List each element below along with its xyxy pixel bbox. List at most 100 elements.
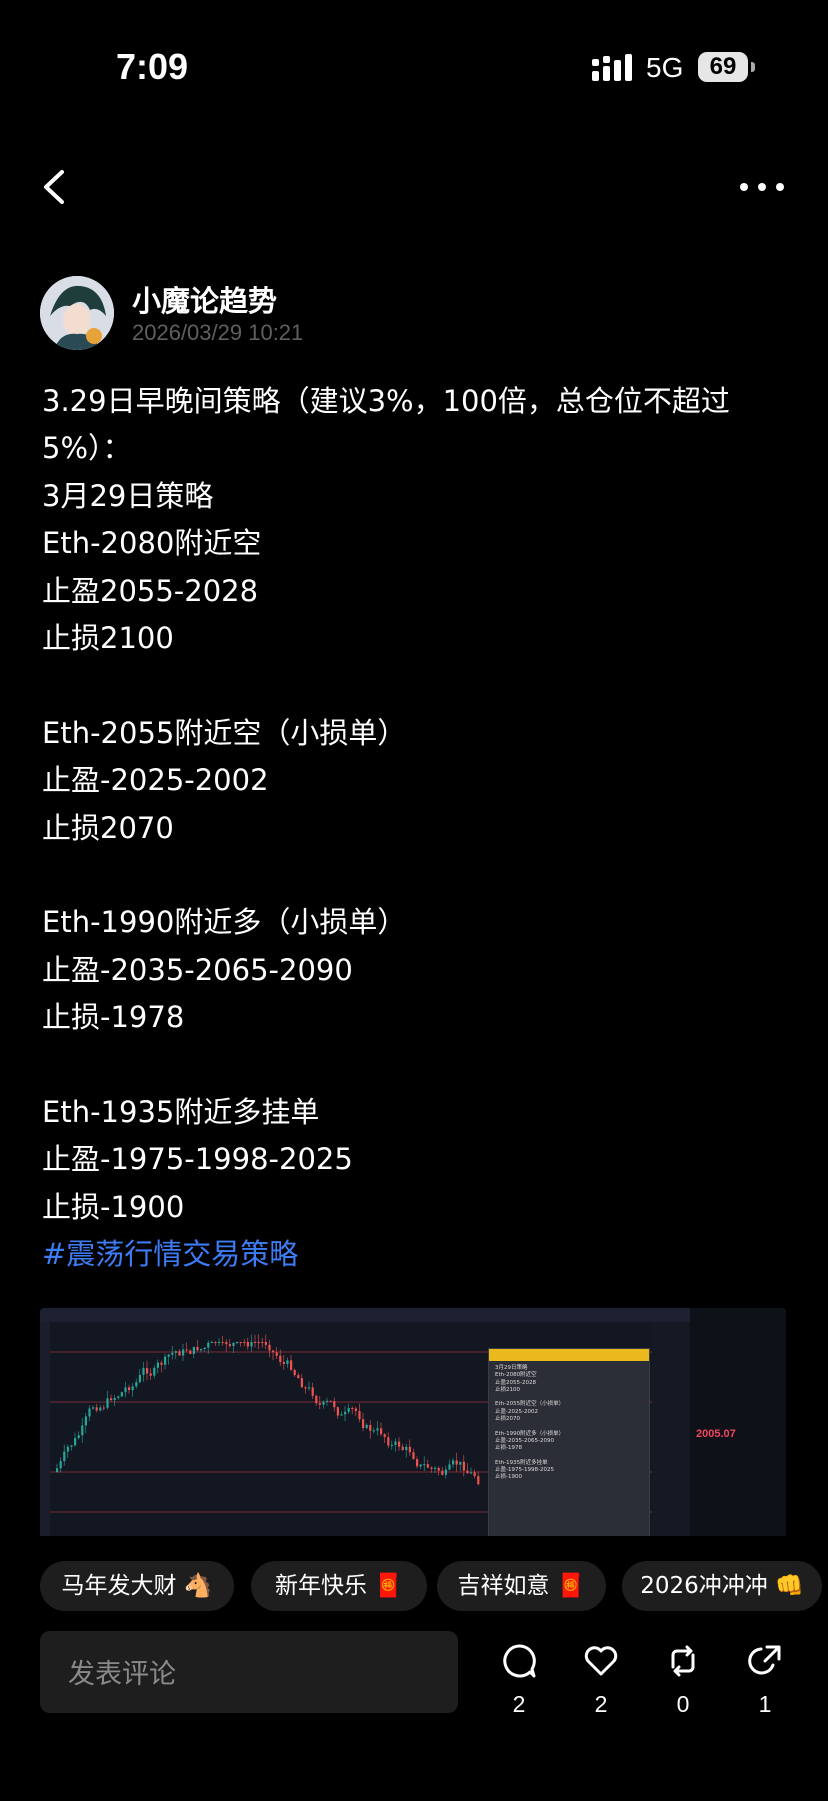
candle-body xyxy=(365,1425,368,1429)
candle-body xyxy=(416,1459,419,1467)
candle-body xyxy=(362,1419,365,1429)
candle-body xyxy=(437,1467,440,1471)
candle-body xyxy=(354,1408,357,1412)
author-header: 小魔论趋势 2026/03/29 10:21 xyxy=(40,276,780,356)
candle-body xyxy=(347,1407,350,1412)
chip-ma-nian[interactable]: 马年发大财 🐴 xyxy=(40,1561,234,1611)
candle-body xyxy=(293,1369,296,1376)
battery-tip xyxy=(751,62,755,72)
chip-2026[interactable]: 2026冲冲冲 👊 xyxy=(622,1561,822,1611)
chip-xin-nian[interactable]: 新年快乐 🧧 xyxy=(251,1561,427,1611)
like-button[interactable]: 2 xyxy=(571,1641,631,1727)
candle-body xyxy=(225,1342,228,1345)
candle-body xyxy=(59,1461,62,1469)
candle-body xyxy=(120,1392,123,1397)
candle-body xyxy=(304,1387,307,1389)
comment-input[interactable]: 发表评论 xyxy=(40,1631,458,1713)
share-count: 1 xyxy=(758,1691,772,1717)
comment-icon xyxy=(503,1644,536,1678)
signal-icon xyxy=(592,54,632,81)
candle-body xyxy=(279,1355,282,1363)
candle-body xyxy=(401,1446,404,1451)
post-timestamp: 2026/03/29 10:21 xyxy=(132,320,304,345)
candle-body xyxy=(102,1407,105,1409)
candle-body xyxy=(81,1425,84,1436)
candle-body xyxy=(153,1367,156,1376)
attached-chart-image[interactable]: 3月29日策略 Eth-2080附近空 止盈2055-2028 止损2100 E… xyxy=(40,1308,786,1536)
candle-body xyxy=(246,1342,249,1347)
candle-body xyxy=(236,1342,239,1343)
heart-icon xyxy=(584,1646,618,1676)
candle-body xyxy=(63,1451,66,1462)
candle-body xyxy=(146,1368,149,1374)
comment-button[interactable]: 2 xyxy=(489,1641,549,1727)
candle-body xyxy=(318,1403,321,1405)
candle-body xyxy=(124,1387,127,1393)
candle-body xyxy=(171,1352,174,1355)
candle-body xyxy=(203,1347,206,1350)
candle-body xyxy=(444,1469,447,1475)
candle-body xyxy=(387,1437,390,1446)
author-name[interactable]: 小魔论趋势 xyxy=(132,278,277,320)
candle-body xyxy=(113,1397,116,1401)
candle-body xyxy=(243,1342,246,1343)
post-line: 止盈-2025-2002 xyxy=(42,763,269,798)
candle-body xyxy=(455,1460,458,1465)
candle-body xyxy=(300,1378,303,1388)
candle-body xyxy=(380,1428,383,1435)
candle-body xyxy=(473,1472,476,1477)
candle-body xyxy=(239,1342,242,1343)
post-line: Eth-2080附近空 xyxy=(42,526,262,561)
candle-body xyxy=(272,1350,275,1353)
hashtag-link[interactable]: #震荡行情交易策略 xyxy=(42,1231,782,1278)
repost-icon xyxy=(671,1645,695,1677)
share-button[interactable]: 1 xyxy=(735,1641,795,1727)
market-sidebar xyxy=(690,1308,786,1536)
comment-count: 2 xyxy=(512,1691,526,1717)
candle-body xyxy=(462,1461,465,1471)
candle-body xyxy=(452,1460,455,1465)
candle-body xyxy=(419,1464,422,1467)
like-count: 2 xyxy=(594,1691,608,1717)
candle-body xyxy=(441,1470,444,1475)
candle-body xyxy=(88,1408,91,1417)
post-line: 止盈2055-2028 xyxy=(42,573,259,608)
avatar[interactable] xyxy=(40,276,114,350)
candle-body xyxy=(261,1342,264,1343)
candle-body xyxy=(84,1416,87,1426)
share-icon xyxy=(748,1645,781,1675)
status-time: 7:09 xyxy=(116,46,189,87)
top-nav xyxy=(0,150,828,230)
post-line xyxy=(42,1041,782,1088)
candle-body xyxy=(149,1373,152,1376)
candle-body xyxy=(138,1374,141,1383)
candle-body xyxy=(218,1342,221,1343)
candle-body xyxy=(182,1349,185,1356)
candle-body xyxy=(268,1344,271,1351)
candle-body xyxy=(156,1362,159,1368)
candle-body xyxy=(254,1342,257,1343)
back-icon[interactable] xyxy=(36,164,76,210)
candle-body xyxy=(160,1362,163,1365)
candle-body xyxy=(214,1342,217,1343)
price-axis xyxy=(652,1322,688,1536)
candle-body xyxy=(74,1438,77,1446)
more-icon[interactable] xyxy=(738,172,786,202)
candle-body xyxy=(232,1342,235,1346)
status-bar: 7:09 5G 69 xyxy=(0,0,828,130)
candle-body xyxy=(394,1441,397,1445)
candle-body xyxy=(372,1430,375,1432)
candle-body xyxy=(369,1425,372,1431)
repost-button[interactable]: 0 xyxy=(653,1641,713,1727)
chip-ji-xiang[interactable]: 吉祥如意 🧧 xyxy=(437,1561,606,1611)
post-line: Eth-1935附近多挂单 xyxy=(42,1094,320,1129)
candle-body xyxy=(228,1344,231,1346)
candle-body xyxy=(250,1342,253,1347)
candle-body xyxy=(470,1472,473,1474)
repost-count: 0 xyxy=(676,1691,690,1717)
candle-body xyxy=(423,1464,426,1466)
candle-body xyxy=(390,1444,393,1446)
candle-body xyxy=(207,1342,210,1348)
post-content: 3.29日早晚间策略（建议3%，100倍，总仓位不超过 5%）： 3月29日策略… xyxy=(42,378,782,1278)
comment-placeholder: 发表评论 xyxy=(68,1659,176,1690)
